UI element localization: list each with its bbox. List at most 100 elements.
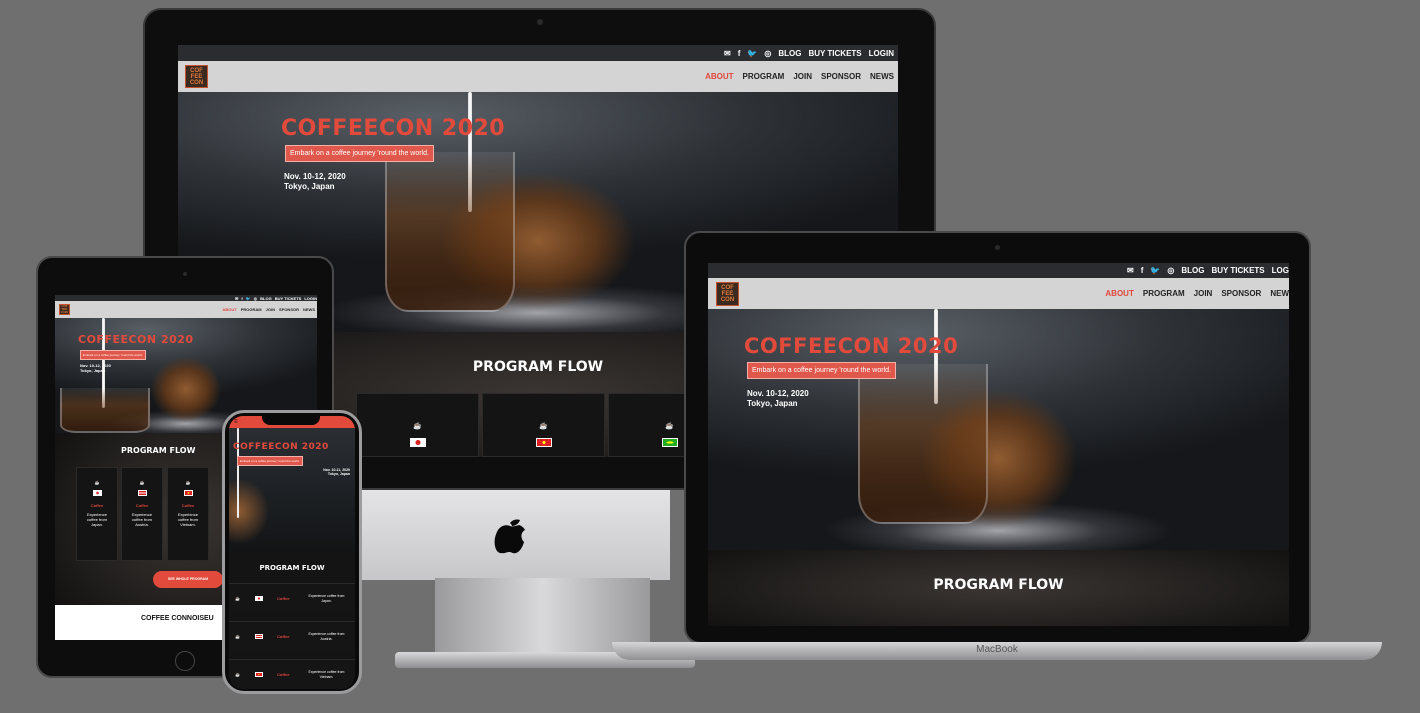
- nav-news[interactable]: NEW: [1270, 289, 1289, 298]
- instagram-icon[interactable]: ◎: [1167, 266, 1174, 275]
- nav-program[interactable]: PROGRAM: [743, 72, 785, 81]
- program-card[interactable]: ☕: [482, 393, 605, 457]
- nav-sponsor[interactable]: SPONSOR: [279, 307, 299, 312]
- coffee-glass: [858, 364, 988, 524]
- program-row[interactable]: ☕ Coffee Experience coffee from Vietnam.: [229, 659, 355, 689]
- nav-program[interactable]: PROGRAM: [1143, 289, 1185, 298]
- topbar-link-blog[interactable]: BLOG: [778, 49, 801, 58]
- program-card[interactable]: ☕ Coffee Experience coffee from Japan.: [76, 467, 118, 561]
- card-label: Coffee: [90, 503, 104, 508]
- program-card[interactable]: ☕ Coffee Experience coffee from Vietnam.: [167, 467, 209, 561]
- nav-news[interactable]: NEWS: [303, 307, 315, 312]
- hero-date: Nov. 10-12, 2020: [284, 172, 346, 181]
- phone-website: ≡ COFFEECON 2020 Embark on a coffee jour…: [229, 416, 355, 689]
- nav-about[interactable]: ABOUT: [1105, 289, 1133, 298]
- topbar-link-login[interactable]: LOGIN: [869, 49, 894, 58]
- email-icon[interactable]: ✉: [1127, 266, 1134, 275]
- cup-icon: ☕: [94, 480, 100, 485]
- nav-about[interactable]: ABOUT: [223, 307, 237, 312]
- cup-icon: ☕: [235, 596, 240, 601]
- program-heading: PROGRAM FLOW: [933, 577, 1064, 593]
- cup-icon: ☕: [185, 480, 191, 485]
- twitter-icon[interactable]: 🐦: [246, 296, 251, 301]
- macbook-base: MacBook: [612, 642, 1382, 660]
- nav-about[interactable]: ABOUT: [705, 72, 733, 81]
- cup-icon: ☕: [139, 480, 145, 485]
- nav-join[interactable]: JOIN: [793, 72, 812, 81]
- hero-tagline: Embark on a coffee journey 'round the wo…: [285, 145, 434, 162]
- row-label: Coffee: [277, 672, 290, 677]
- cup-icon: ☕: [235, 672, 240, 677]
- navbar: COF FEE CON ABOUT PROGRAM JOIN SPONSOR N…: [55, 301, 317, 318]
- row-text: Experience coffee from Vietnam.: [308, 669, 345, 679]
- nav-links: ABOUT PROGRAM JOIN SPONSOR NEWS: [705, 72, 894, 81]
- responsive-mockup: ✉ f 🐦 ◎ BLOG BUY TICKETS LOGIN COF FEE C…: [0, 0, 1420, 713]
- facebook-icon[interactable]: f: [1141, 266, 1144, 275]
- program-row[interactable]: ☕ Coffee Experience coffee from Austria.: [229, 621, 355, 651]
- nav-news[interactable]: NEWS: [870, 72, 894, 81]
- see-whole-program-button[interactable]: SEE WHOLE PROGRAM: [153, 571, 223, 588]
- macbook-brand: MacBook: [976, 644, 1018, 655]
- program-heading: PROGRAM FLOW: [259, 564, 325, 572]
- twitter-icon[interactable]: 🐦: [747, 49, 757, 58]
- email-icon[interactable]: ✉: [235, 296, 238, 301]
- topbar-link-blog[interactable]: BLOG: [260, 296, 272, 301]
- program-section: PROGRAM FLOW: [708, 550, 1289, 626]
- hero-tagline: Embark on a coffee journey 'round the wo…: [747, 362, 896, 379]
- nav-links: ABOUT PROGRAM JOIN SPONSOR NEWS: [223, 307, 315, 312]
- cup-icon: ☕: [235, 634, 240, 639]
- hero-title: COFFEECON 2020: [233, 442, 329, 452]
- program-row[interactable]: ☕ Coffee Experience coffee from Japan.: [229, 583, 355, 613]
- logo[interactable]: COF FEE CON: [716, 281, 739, 306]
- topbar-link-blog[interactable]: BLOG: [1181, 266, 1204, 275]
- logo-line: CON: [189, 79, 204, 86]
- nav-sponsor[interactable]: SPONSOR: [821, 72, 861, 81]
- nav-sponsor[interactable]: SPONSOR: [1221, 289, 1261, 298]
- cup-icon: ☕: [539, 423, 548, 430]
- ipad-home-button[interactable]: [175, 651, 195, 671]
- program-section: PROGRAM FLOW ☕ Coffee Experience coffee …: [229, 552, 355, 689]
- nav-program[interactable]: PROGRAM: [241, 307, 262, 312]
- email-icon[interactable]: ✉: [724, 49, 731, 58]
- navbar: COF FEE CON ABOUT PROGRAM JOIN SPONSOR N…: [708, 278, 1289, 309]
- hero: ≡ COFFEECON 2020 Embark on a coffee jour…: [229, 416, 355, 552]
- topbar-link-login[interactable]: LOGIN: [304, 296, 317, 301]
- logo[interactable]: COF FEE CON: [185, 65, 208, 88]
- row-label: Coffee: [277, 596, 290, 601]
- macbook-camera: [995, 245, 1000, 250]
- imac-chin: [345, 490, 670, 580]
- program-card[interactable]: ☕ Coffee Experience coffee from Austria.: [121, 467, 163, 561]
- facebook-icon[interactable]: f: [738, 49, 741, 58]
- flag-vietnam-icon: [183, 490, 193, 496]
- card-text: Experience coffee from Vietnam.: [177, 512, 198, 527]
- instagram-icon[interactable]: ◎: [764, 49, 771, 58]
- flag-austria-icon: [254, 634, 263, 639]
- topbar-link-login[interactable]: LOG: [1272, 266, 1289, 275]
- coffee-glass: [385, 152, 515, 312]
- card-text: Experience coffee from Japan.: [86, 512, 107, 527]
- apple-logo-icon: [494, 519, 525, 554]
- hero-date: Nov. 10-12, 2020: [747, 389, 809, 398]
- card-label: Coffee: [135, 503, 149, 508]
- hero-title: COFFEECON 2020: [281, 116, 506, 141]
- hero-date-block: Nov. 10-12, 2020 Tokyo, Japan: [747, 389, 809, 409]
- program-card[interactable]: ☕: [356, 393, 479, 457]
- twitter-icon[interactable]: 🐦: [1150, 266, 1160, 275]
- card-text: Experience coffee from Austria.: [131, 512, 152, 527]
- topbar: ✉ f 🐦 ◎ BLOG BUY TICKETS LOG: [708, 263, 1289, 278]
- hero: COFFEECON 2020 Embark on a coffee journe…: [708, 309, 1289, 550]
- logo-line: CON: [720, 296, 735, 303]
- facebook-icon[interactable]: f: [241, 296, 242, 301]
- nav-links: ABOUT PROGRAM JOIN SPONSOR NEW: [1105, 289, 1289, 298]
- flag-japan-icon: [409, 438, 426, 447]
- hero-date-block: Nov. 10-11, 2020 Tokyo, Japan: [323, 468, 350, 477]
- hamburger-menu-icon[interactable]: ≡: [234, 419, 238, 425]
- nav-join[interactable]: JOIN: [266, 307, 275, 312]
- topbar-link-buy-tickets[interactable]: BUY TICKETS: [808, 49, 861, 58]
- instagram-icon[interactable]: ◎: [254, 296, 258, 301]
- nav-join[interactable]: JOIN: [1194, 289, 1213, 298]
- topbar-link-buy-tickets[interactable]: BUY TICKETS: [275, 296, 302, 301]
- hero-location: Tokyo, Japan: [80, 368, 106, 373]
- logo[interactable]: COF FEE CON: [59, 304, 70, 315]
- topbar-link-buy-tickets[interactable]: BUY TICKETS: [1211, 266, 1264, 275]
